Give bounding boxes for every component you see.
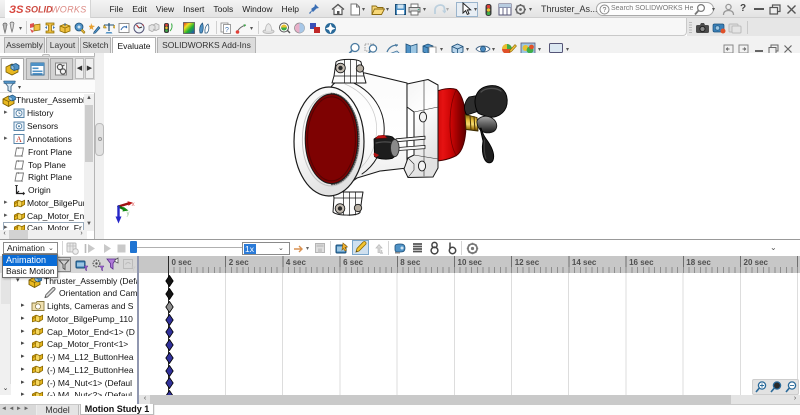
svg-text:x: x [132, 201, 136, 208]
svg-text:y: y [127, 211, 130, 217]
svg-text:A: A [16, 135, 22, 144]
